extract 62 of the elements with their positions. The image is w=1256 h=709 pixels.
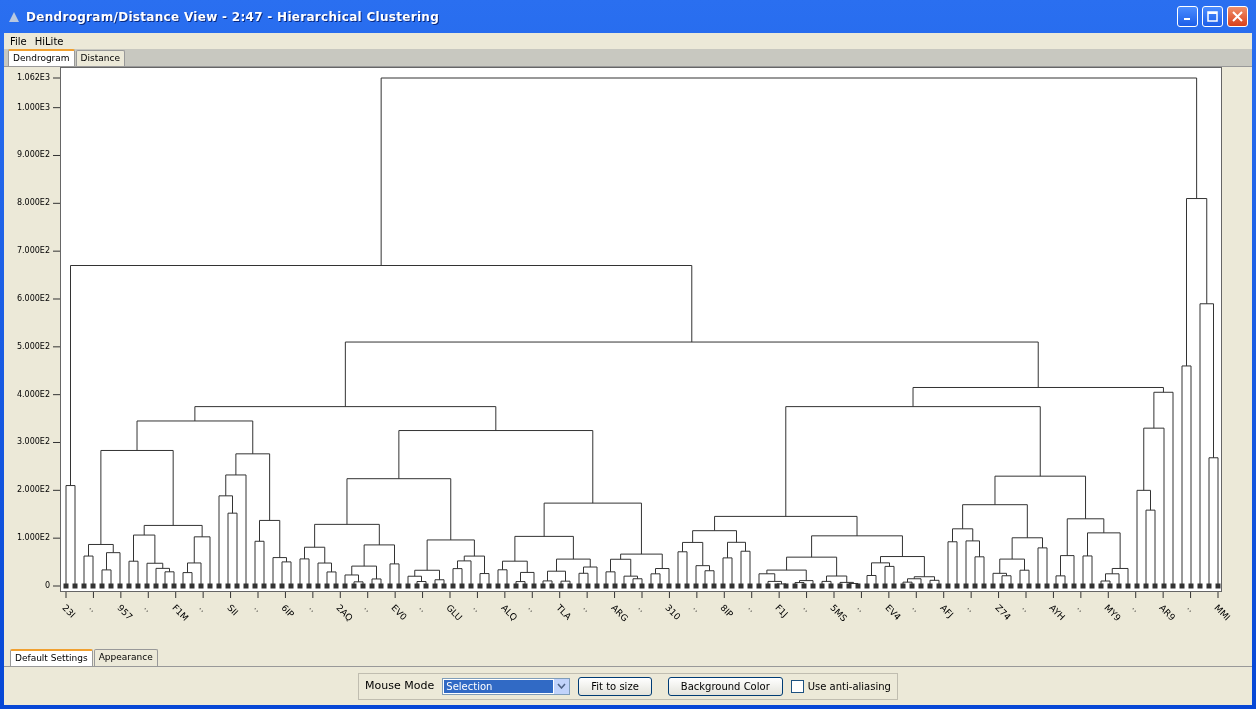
axis-label: 7.000E2	[16, 245, 50, 258]
axis-label: 8IP	[717, 602, 737, 622]
axis-label: AFJ	[936, 602, 956, 622]
axis-label: ..	[251, 602, 265, 616]
axis-label: SII	[223, 602, 241, 620]
axis-label: ..	[690, 602, 703, 616]
tab[interactable]: Dendrogram	[8, 48, 75, 66]
axis-label: ..	[86, 602, 100, 616]
axis-label: 5.000E2	[16, 340, 50, 353]
axis-label: ..	[141, 602, 155, 616]
axis-label: 3.000E2	[16, 436, 50, 449]
window-title: Dendrogram/Distance View - 2:47 - Hierarchical Clustering	[26, 8, 440, 26]
app-icon	[8, 10, 20, 23]
axis-label: 8.000E2	[16, 197, 50, 210]
maximize-icon	[1207, 11, 1218, 22]
axis-label: 6.000E2	[16, 293, 50, 305]
axis-label: GLU	[443, 602, 465, 625]
button[interactable]: Fit to size	[578, 676, 652, 696]
axis-label: ..	[909, 602, 923, 616]
axis-label: 9.000E2	[16, 149, 50, 162]
axis-label: 1.000E3	[16, 101, 50, 114]
axis-label: AR9	[1156, 602, 1178, 625]
tab[interactable]: Distance	[75, 49, 125, 66]
button[interactable]: Background Color	[667, 676, 783, 696]
axis-label: ..	[1019, 602, 1033, 616]
close-button[interactable]	[1227, 6, 1248, 27]
axis-label: ..	[1074, 602, 1087, 616]
axis-label: 1.000E2	[16, 532, 50, 545]
axis-label: ..	[306, 602, 319, 616]
maximize-button[interactable]	[1202, 6, 1223, 27]
close-icon	[1232, 11, 1243, 22]
axis-label: ..	[525, 602, 539, 616]
axis-label: ..	[854, 602, 868, 616]
mouse-mode-label: Mouse Mode	[365, 677, 435, 694]
axis-label: 957	[114, 602, 135, 624]
minimize-button[interactable]	[1177, 6, 1198, 27]
axis-label: 0	[44, 580, 50, 592]
menu-item[interactable]: HiLite	[34, 33, 64, 49]
axis-label: ..	[964, 602, 978, 616]
axis-label: ..	[744, 602, 758, 616]
axis-label: ..	[1183, 602, 1197, 616]
axis-label: ..	[470, 602, 484, 616]
axis-label: AYH	[1046, 602, 1068, 625]
axis-label: ..	[360, 602, 374, 616]
axis-label: 6IP	[278, 602, 298, 622]
axis-label: ..	[580, 602, 594, 616]
axis-label: F1J	[772, 602, 791, 622]
axis-label: 4.000E2	[16, 388, 50, 401]
tab[interactable]: Default Settings	[10, 648, 93, 666]
axis-label: 1.062E3	[16, 72, 50, 84]
anti-aliasing-checkbox[interactable]: Use anti-aliasing	[790, 678, 891, 694]
axis-label: 23I	[59, 602, 78, 622]
caret-icon	[557, 683, 567, 689]
mouse-mode-dropdown[interactable]: Selection	[442, 677, 571, 695]
tab[interactable]: Appearance	[93, 648, 158, 666]
axis-label: ..	[635, 602, 649, 616]
axis-label: ..	[799, 602, 813, 616]
menu-item[interactable]: File	[10, 33, 27, 49]
axis-label: ..	[196, 602, 210, 616]
axis-label: 2.000E2	[16, 484, 50, 497]
axis-label: ..	[415, 602, 429, 616]
axis-label: ..	[1128, 602, 1142, 616]
